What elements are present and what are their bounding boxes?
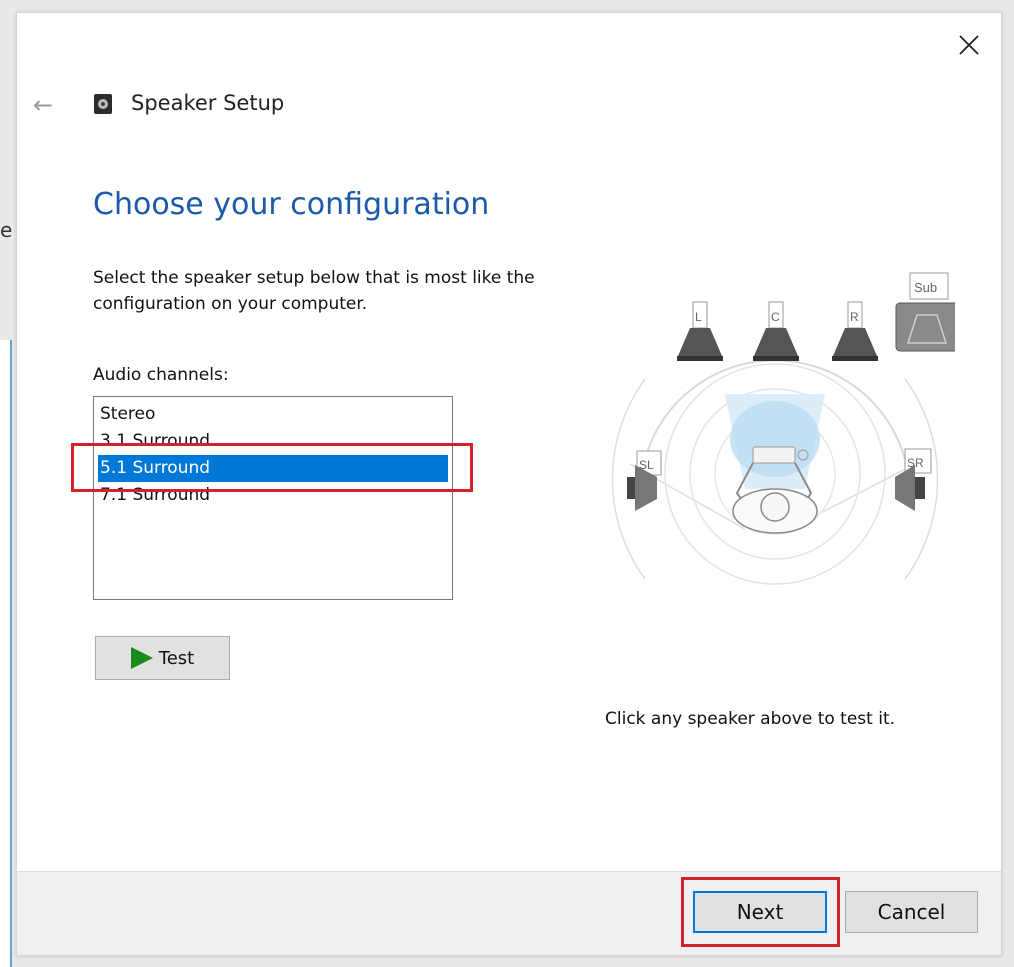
play-icon [130, 647, 153, 669]
channel-option-7-1-surround[interactable]: 7.1 Surround [98, 482, 448, 509]
test-button[interactable]: Test [95, 636, 230, 680]
speaker-surround-right[interactable]: SR [895, 448, 932, 511]
speaker-center[interactable]: C [753, 301, 799, 361]
back-arrow-icon[interactable]: ← [33, 91, 53, 119]
speaker-right-label: R [850, 310, 859, 324]
close-icon[interactable] [955, 31, 983, 59]
channel-option-3-1-surround[interactable]: 3.1 Surround [98, 428, 448, 455]
test-hint-text: Click any speaker above to test it. [605, 709, 896, 729]
page-heading: Choose your configuration [93, 187, 490, 222]
speaker-diagram: L C R Sub SL SR [611, 272, 955, 585]
channel-option-stereo[interactable]: Stereo [98, 401, 448, 428]
speaker-setup-dialog: ← Speaker Setup Choose your configuratio… [16, 12, 1002, 956]
speaker-icon [93, 93, 113, 115]
channel-option-5-1-surround[interactable]: 5.1 Surround [98, 455, 448, 482]
speaker-surround-left[interactable]: SL [627, 450, 662, 511]
instructions-text: Select the speaker setup below that is m… [93, 268, 535, 314]
next-button[interactable]: Next [693, 891, 827, 933]
cancel-button[interactable]: Cancel [845, 891, 978, 933]
speaker-subwoofer-label: Sub [914, 280, 937, 295]
speaker-subwoofer[interactable]: Sub [895, 272, 955, 352]
speaker-left[interactable]: L [677, 301, 723, 361]
speaker-center-label: C [771, 310, 780, 324]
speaker-surround-right-label: SR [907, 456, 924, 470]
background-text-fragment: e [0, 218, 13, 242]
test-button-label: Test [158, 647, 195, 669]
audio-channels-listbox[interactable]: Stereo 3.1 Surround 5.1 Surround 7.1 Sur… [93, 396, 453, 600]
background-window-edge [0, 340, 12, 967]
speaker-left-label: L [695, 310, 702, 324]
audio-channels-label: Audio channels: [93, 365, 229, 385]
speaker-right[interactable]: R [832, 301, 878, 361]
dialog-title: Speaker Setup [131, 91, 285, 115]
